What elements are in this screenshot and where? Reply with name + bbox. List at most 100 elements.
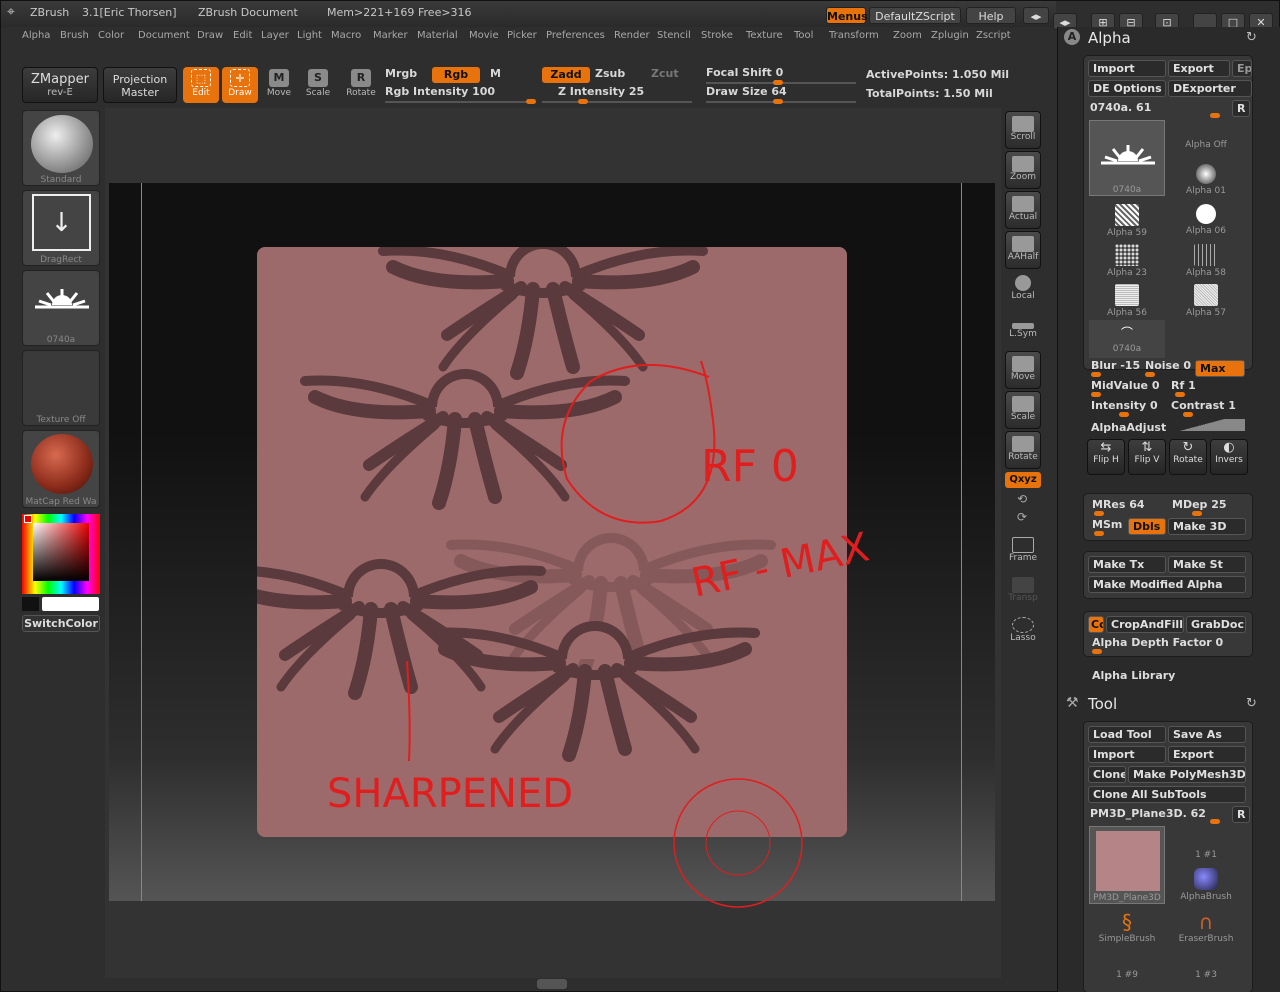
collapse-left-icon[interactable]: ◂▸ (1023, 7, 1049, 24)
alpha-depth-factor-knob[interactable] (1092, 649, 1102, 654)
bottom-collapse-handle[interactable] (537, 979, 567, 989)
rotate-axis-icon[interactable]: ⟲ (1017, 492, 1027, 506)
msm-knob[interactable] (1094, 531, 1104, 536)
rotate-axis2-icon[interactable]: ⟳ (1017, 510, 1027, 524)
tool-item-1-3[interactable]: 1 #3 (1168, 970, 1244, 986)
alpha-23-item[interactable]: Alpha 23 (1089, 240, 1165, 278)
scroll-button[interactable]: Scroll (1005, 111, 1041, 149)
rotate-hand-icon (1012, 436, 1034, 452)
alpha-export-button[interactable]: Export (1168, 60, 1230, 77)
noise-knob[interactable] (1145, 372, 1155, 377)
alpha-59-item[interactable]: Alpha 59 (1089, 200, 1165, 238)
intensity-knob[interactable] (1119, 412, 1129, 417)
load-tool-button[interactable]: Load Tool (1088, 726, 1166, 743)
alpha-brush-item[interactable]: AlphaBrush (1168, 864, 1244, 902)
alpha-adjust-curve[interactable]: AlphaAdjust (1091, 421, 1166, 434)
de-options-button[interactable]: DE Options (1088, 80, 1166, 97)
clone-all-subtools-button[interactable]: Clone All SubTools (1088, 786, 1246, 803)
move-shelf-button[interactable]: Move (1005, 351, 1041, 389)
lsym-button[interactable]: L.Sym (1005, 313, 1041, 351)
rotate-alpha-button[interactable]: ↻ Rotate (1169, 439, 1207, 475)
alpha-palette-title[interactable]: Alpha (1088, 29, 1131, 47)
contrast-slider[interactable]: Contrast 1 (1171, 399, 1236, 412)
alpha-item-0740a-selected[interactable]: 0740a (1089, 120, 1165, 196)
make-3d-button[interactable]: Make 3D (1168, 518, 1246, 535)
rf-slider[interactable]: Rf 1 (1171, 379, 1196, 392)
alpha-off-item[interactable]: Alpha Off (1168, 140, 1244, 160)
contrast-knob[interactable] (1183, 412, 1193, 417)
qxyz-button[interactable]: Qxyz (1005, 472, 1041, 488)
alpha-06-item[interactable]: Alpha 06 (1168, 200, 1244, 238)
flip-v-button[interactable]: ⇅ Flip V (1128, 439, 1166, 475)
eraser-brush-icon: ∩ (1198, 910, 1214, 934)
alpha-0740a-recent-item[interactable]: ⌒ 0740a (1089, 320, 1165, 358)
tool-reset-icon[interactable]: ↻ (1246, 696, 1257, 711)
max-button[interactable]: Max (1195, 360, 1245, 377)
eraser-brush-item[interactable]: ∩ EraserBrush (1168, 906, 1244, 944)
alpha-56-item[interactable]: Alpha 56 (1089, 280, 1165, 318)
annotation-rfmax: RF - MAX (688, 524, 874, 606)
make-modified-alpha-button[interactable]: Make Modified Alpha (1088, 576, 1246, 593)
current-tool-knob[interactable] (1210, 819, 1220, 824)
tool-palette-title[interactable]: Tool (1088, 695, 1117, 713)
tool-r-button[interactable]: R (1232, 806, 1250, 823)
aahalf-button[interactable]: AAHalf (1005, 231, 1041, 269)
local-button[interactable]: Local (1005, 271, 1041, 309)
intensity-slider[interactable]: Intensity 0 (1091, 399, 1158, 412)
midvalue-slider[interactable]: MidValue 0 (1091, 379, 1159, 392)
alpha-import-button[interactable]: Import (1088, 60, 1166, 77)
rf-knob[interactable] (1175, 392, 1185, 397)
alpha-58-item[interactable]: Alpha 58 (1168, 240, 1244, 278)
mres-slider[interactable]: MRes 64 (1092, 498, 1145, 511)
rotate-shelf-button[interactable]: Rotate (1005, 431, 1041, 469)
crop-and-fill-button[interactable]: CropAndFill (1106, 616, 1184, 633)
mdep-slider[interactable]: MDep 25 (1172, 498, 1227, 511)
clone-button[interactable]: Clone (1088, 766, 1126, 783)
make-polymesh3d-button[interactable]: Make PolyMesh3D (1128, 766, 1246, 783)
alpha-adjust-graph[interactable] (1159, 419, 1245, 431)
make-tx-button[interactable]: Make Tx (1088, 556, 1166, 573)
alpha-library-label[interactable]: Alpha Library (1092, 669, 1175, 682)
current-alpha-slider[interactable]: 0740a. 61 (1090, 101, 1151, 114)
alpha-01-item[interactable]: Alpha 01 (1168, 160, 1244, 198)
alpha-depth-factor-slider[interactable]: Alpha Depth Factor 0 (1092, 636, 1223, 649)
transp-button[interactable]: Transp (1005, 573, 1041, 611)
alpha-reset-icon[interactable]: ↻ (1246, 30, 1257, 45)
right-tray: A Alpha ↻ Import Export Ep DE Options DE… (1057, 27, 1280, 992)
scale-shelf-button[interactable]: Scale (1005, 391, 1041, 429)
dexporter-button[interactable]: DExporter (1168, 80, 1252, 97)
current-tool-slider[interactable]: PM3D_Plane3D. 62 (1090, 807, 1206, 820)
tool-item-1-9[interactable]: 1 #9 (1089, 970, 1165, 986)
mres-knob[interactable] (1094, 511, 1104, 516)
alpha-r-button[interactable]: R (1232, 100, 1250, 117)
actual-button[interactable]: Actual (1005, 191, 1041, 229)
tool-import-button[interactable]: Import (1088, 746, 1166, 763)
alpha-ep-button[interactable]: Ep (1232, 60, 1252, 77)
save-as-button[interactable]: Save As (1168, 726, 1246, 743)
cc-button[interactable]: Cc (1088, 616, 1104, 633)
blur-knob[interactable] (1091, 372, 1101, 377)
lasso-button[interactable]: Lasso (1005, 613, 1041, 651)
frame-cube-icon (1012, 537, 1034, 553)
mdep-knob[interactable] (1192, 511, 1202, 516)
annotation-sharpened: SHARPENED (327, 771, 573, 817)
current-alpha-knob[interactable] (1210, 113, 1220, 118)
make-st-button[interactable]: Make St (1168, 556, 1246, 573)
tool-export-button[interactable]: Export (1168, 746, 1246, 763)
tool-1-1-label: 1 #1 (1195, 850, 1217, 860)
alpha-palette-icon: A (1064, 29, 1080, 45)
msm-slider[interactable]: MSm (1092, 518, 1122, 531)
grab-doc-button[interactable]: GrabDoc (1186, 616, 1246, 633)
simple-brush-item[interactable]: § SimpleBrush (1089, 906, 1165, 944)
noise-slider[interactable]: Noise 0 (1145, 359, 1191, 372)
flip-h-button[interactable]: ⇆ Flip H (1087, 439, 1125, 475)
alpha-57-item[interactable]: Alpha 57 (1168, 280, 1244, 318)
zoom-button[interactable]: Zoom (1005, 151, 1041, 189)
midvalue-knob[interactable] (1091, 392, 1101, 397)
tool-item-pm3d-plane-selected[interactable]: PM3D_Plane3D (1089, 826, 1165, 904)
frame-button[interactable]: Frame (1005, 533, 1041, 571)
alpha-off-label: Alpha Off (1185, 140, 1227, 150)
blur-slider[interactable]: Blur -15 (1091, 359, 1140, 372)
invert-button[interactable]: ◐ Invers (1210, 439, 1248, 475)
dbls-button[interactable]: Dbls (1128, 518, 1166, 535)
